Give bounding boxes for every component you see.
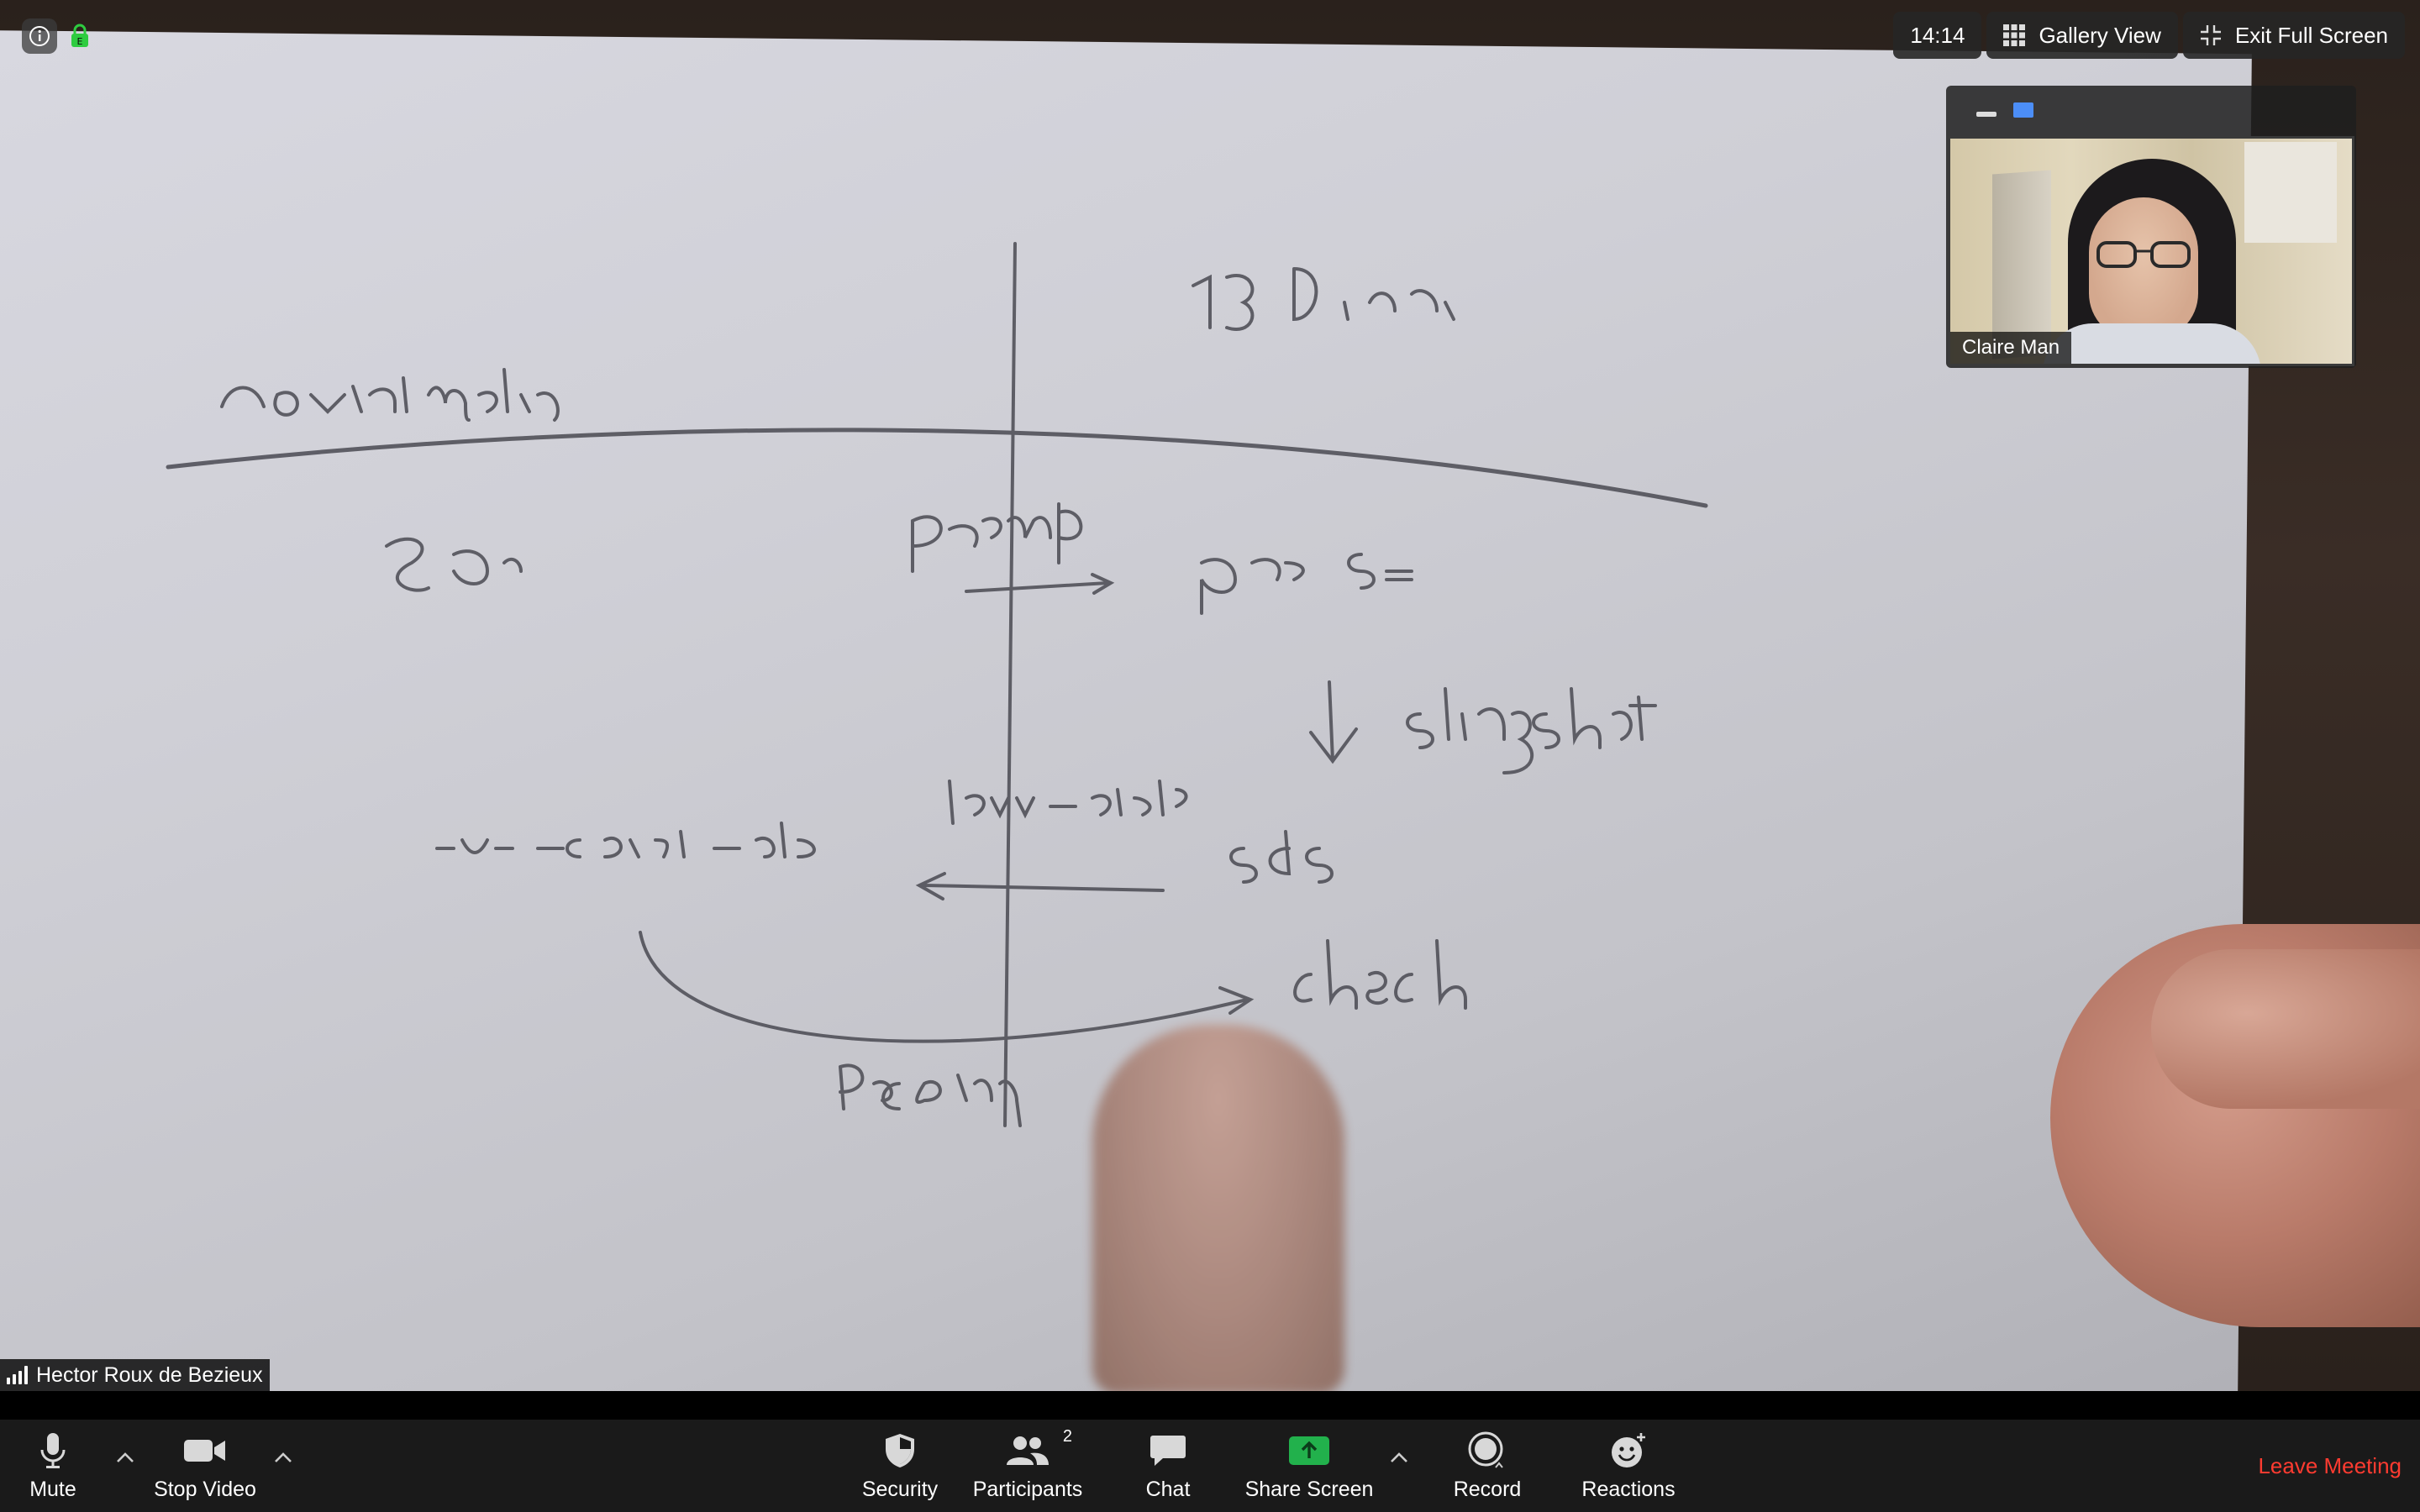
- leave-meeting-button[interactable]: Leave Meeting: [2258, 1420, 2402, 1512]
- stop-video-button[interactable]: Stop Video: [148, 1420, 262, 1512]
- lock-icon[interactable]: E: [69, 23, 91, 50]
- share-screen-button[interactable]: Share Screen: [1244, 1420, 1375, 1512]
- signal-icon: [7, 1366, 28, 1384]
- time-text: 14:14: [1910, 22, 1965, 48]
- participant-name-tag: Claire Man: [1950, 332, 2072, 364]
- shield-icon: [883, 1431, 917, 1471]
- chat-bubble-icon: [1150, 1431, 1186, 1471]
- speaker-name: Hector Roux de Bezieux: [36, 1362, 263, 1387]
- gallery-grid-icon: [2003, 24, 2026, 46]
- minimize-icon[interactable]: [1976, 112, 1996, 117]
- reactions-label: Reactions: [1581, 1477, 1676, 1501]
- camera-icon: [183, 1431, 227, 1471]
- meeting-time: 14:14: [1893, 12, 1982, 59]
- exit-full-screen-button[interactable]: Exit Full Screen: [2182, 12, 2405, 59]
- gallery-view-label: Gallery View: [2039, 22, 2161, 48]
- reactions-button[interactable]: Reactions: [1576, 1420, 1681, 1512]
- meeting-info-area: E: [22, 18, 91, 54]
- exit-full-screen-label: Exit Full Screen: [2234, 22, 2388, 48]
- chevron-up-icon: [1391, 1452, 1407, 1462]
- record-icon: [1467, 1431, 1507, 1471]
- share-screen-label: Share Screen: [1244, 1477, 1374, 1501]
- view-toggle-icon[interactable]: [2013, 102, 2033, 118]
- svg-text:E: E: [77, 36, 83, 47]
- share-options-caret[interactable]: [1386, 1445, 1412, 1470]
- mute-button[interactable]: Mute: [24, 1420, 82, 1512]
- participants-label: Participants: [972, 1477, 1083, 1501]
- meeting-toolbar: Mute Stop Video Security 2 Participants …: [0, 1420, 2420, 1512]
- chevron-up-icon: [117, 1452, 134, 1462]
- exit-fullscreen-icon: [2200, 24, 2222, 46]
- microphone-icon: [39, 1431, 67, 1471]
- security-button[interactable]: Security: [854, 1420, 946, 1512]
- pointing-finger: [1092, 1025, 1344, 1391]
- gallery-view-button[interactable]: Gallery View: [1986, 12, 2178, 59]
- chat-button[interactable]: Chat: [1134, 1420, 1202, 1512]
- audio-options-caret[interactable]: [113, 1445, 138, 1470]
- participants-count-badge: 2: [1062, 1426, 1072, 1446]
- top-controls: 14:14 Gallery View Exit Full Screen: [1893, 12, 2405, 59]
- background-poster: [2244, 142, 2337, 243]
- thumbnail-controls: [1946, 86, 2356, 134]
- holding-finger: [2151, 949, 2420, 1109]
- record-button[interactable]: Record: [1445, 1420, 1529, 1512]
- participants-icon: 2: [1005, 1427, 1072, 1471]
- participant-glasses: [2096, 241, 2191, 268]
- mute-label: Mute: [29, 1477, 76, 1501]
- share-arrow-icon: [1288, 1431, 1330, 1471]
- chevron-up-icon: [275, 1452, 292, 1462]
- security-label: Security: [861, 1477, 939, 1501]
- reaction-smiley-icon: [1609, 1431, 1648, 1471]
- record-label: Record: [1453, 1477, 1522, 1501]
- info-icon[interactable]: [22, 18, 57, 54]
- participant-video-thumbnail[interactable]: Claire Man: [1948, 136, 2354, 366]
- chat-label: Chat: [1145, 1477, 1191, 1501]
- video-options-caret[interactable]: [271, 1445, 296, 1470]
- stop-video-label: Stop Video: [154, 1477, 256, 1501]
- participant-body: [2043, 323, 2261, 364]
- leave-meeting-label: Leave Meeting: [2258, 1452, 2402, 1478]
- background-door: [1992, 170, 2051, 360]
- active-speaker-tag: Hector Roux de Bezieux: [0, 1359, 270, 1391]
- participants-button[interactable]: 2 Participants: [972, 1420, 1083, 1512]
